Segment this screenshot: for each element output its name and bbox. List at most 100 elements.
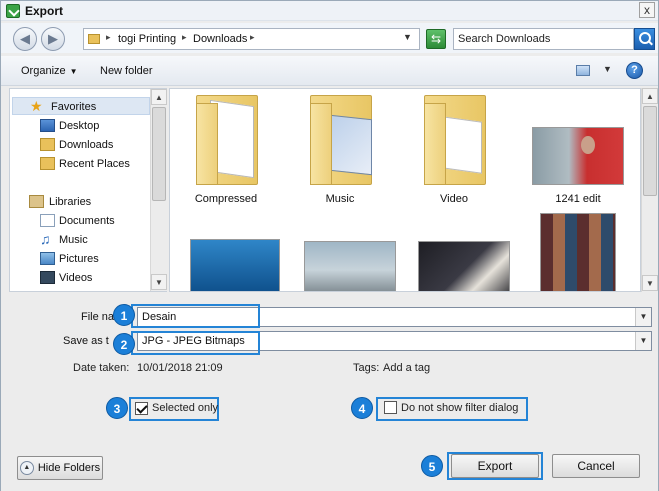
refresh-icon[interactable]: ⇆ <box>426 29 446 49</box>
chevron-down-icon[interactable]: ▼ <box>403 32 412 42</box>
step-badge-4: 4 <box>351 397 373 419</box>
documents-icon <box>40 214 55 227</box>
music-note-icon: ♫ <box>40 231 51 247</box>
step-badge-2: 2 <box>113 333 135 355</box>
folder-icon <box>196 95 258 185</box>
step-badge-5: 5 <box>421 455 443 477</box>
scroll-up-icon[interactable]: ▲ <box>642 88 658 104</box>
sidebar-item-label: Desktop <box>59 120 100 132</box>
help-icon[interactable]: ? <box>626 62 643 79</box>
sidebar-item-label: Downloads <box>59 139 114 151</box>
close-button[interactable]: x <box>639 2 655 18</box>
folder-icon <box>310 95 372 185</box>
chevron-down-icon: ▼ <box>69 67 78 76</box>
file-name: Compressed <box>194 193 258 205</box>
sidebar-item-label: Favorites <box>51 101 97 113</box>
step-badge-3: 3 <box>106 397 128 419</box>
image-thumbnail[interactable] <box>190 239 280 291</box>
sidebar-item-downloads[interactable]: Downloads <box>10 136 150 154</box>
no-filter-dialog-checkbox[interactable] <box>384 401 397 414</box>
toolbar: Organize ▼ New folder ▼ ? <box>1 56 658 86</box>
image-thumbnail[interactable] <box>304 241 396 291</box>
back-arrow-icon[interactable]: ◀ <box>13 27 37 51</box>
sidebar-item-libraries[interactable]: Libraries <box>10 193 150 211</box>
videos-icon <box>40 271 55 284</box>
scroll-down-icon[interactable]: ▼ <box>642 275 658 291</box>
highlight-export <box>447 452 543 480</box>
no-filter-dialog-label: Do not show filter dialog <box>401 402 519 414</box>
selected-only-checkbox[interactable] <box>135 402 148 415</box>
file-name: Video <box>440 193 468 205</box>
sidebar-item-recent-places[interactable]: Recent Places <box>10 155 150 173</box>
step-badge-1: 1 <box>113 304 135 326</box>
cancel-button[interactable]: Cancel <box>552 454 640 478</box>
breadcrumb[interactable]: ▸ togi Printing ▸ Downloads ▸ ▼ <box>83 28 420 50</box>
organize-button[interactable]: Organize ▼ <box>21 65 78 77</box>
chevron-down-icon[interactable]: ▼ <box>635 332 651 350</box>
search-icon[interactable] <box>634 28 655 50</box>
tags-input[interactable]: Add a tag <box>383 362 430 374</box>
navigation-pane: ★ Favorites Desktop Downloads Recent Pla… <box>9 88 167 292</box>
hide-folders-button[interactable]: ▲ Hide Folders <box>17 456 103 480</box>
chevron-right-icon[interactable]: ▸ <box>106 32 111 43</box>
breadcrumb-togi-printing[interactable]: togi Printing <box>118 33 176 45</box>
scroll-down-icon[interactable]: ▼ <box>151 274 167 290</box>
desktop-icon <box>40 119 55 132</box>
organize-label: Organize <box>21 65 66 77</box>
chevron-up-icon: ▲ <box>19 461 34 476</box>
file-item-compressed[interactable]: Compressed <box>176 89 276 209</box>
libraries-icon <box>29 195 44 208</box>
file-item-video[interactable]: Video <box>404 89 504 209</box>
sidebar-item-videos[interactable]: Videos <box>10 269 150 287</box>
save-options: File na Desain ▼ Save as t JPG - JPEG Bi… <box>1 295 658 491</box>
folder-icon <box>88 34 100 44</box>
sidebar-item-label: Recent Places <box>59 158 130 170</box>
search-field[interactable] <box>453 28 634 50</box>
star-icon: ★ <box>30 98 43 114</box>
pictures-icon <box>40 252 55 265</box>
view-options-icon[interactable] <box>576 65 590 76</box>
file-name-label: File na <box>81 311 115 323</box>
sidebar-item-pictures[interactable]: Pictures <box>10 250 150 268</box>
date-taken-value: 10/01/2018 21:09 <box>137 362 223 374</box>
sidebar-item-favorites[interactable]: ★ Favorites <box>12 97 150 115</box>
search-input[interactable] <box>454 29 633 49</box>
sidebar-item-label: Libraries <box>49 196 92 208</box>
sidebar-item-desktop[interactable]: Desktop <box>10 117 150 135</box>
sidebar-item-label: Music <box>59 234 88 246</box>
scroll-up-icon[interactable]: ▲ <box>151 89 167 105</box>
file-item-music[interactable]: Music <box>290 89 390 209</box>
tags-label: Tags: <box>353 362 380 374</box>
selected-only-label: Selected only <box>152 402 219 414</box>
title-bar: Export x <box>1 1 658 21</box>
recent-places-icon <box>40 157 55 170</box>
files-scrollbar[interactable]: ▲ ▼ <box>641 88 658 292</box>
chevron-right-icon[interactable]: ▸ <box>250 32 255 43</box>
sidebar-item-label: Videos <box>59 272 93 284</box>
image-thumbnail[interactable] <box>540 213 616 291</box>
chevron-down-icon[interactable]: ▼ <box>635 308 651 326</box>
image-thumbnail[interactable] <box>532 127 624 185</box>
file-name: Music <box>325 193 355 205</box>
chevron-right-icon[interactable]: ▸ <box>182 32 187 43</box>
scroll-thumb[interactable] <box>152 107 166 201</box>
forward-arrow-icon[interactable]: ▶ <box>41 27 65 51</box>
sidebar-item-documents[interactable]: Documents <box>10 212 150 230</box>
save-as-type-label: Save as t <box>63 335 109 347</box>
scroll-thumb[interactable] <box>643 106 657 196</box>
folder-icon <box>424 95 486 185</box>
address-row: ◀ ▶ ▸ togi Printing ▸ Downloads ▸ ▼ ⇆ <box>1 23 658 53</box>
highlight-save-as-type <box>131 331 260 355</box>
app-icon <box>6 4 20 18</box>
new-folder-button[interactable]: New folder <box>100 65 153 77</box>
sidebar-item-label: Documents <box>59 215 115 227</box>
nav-scrollbar[interactable]: ▲ ▼ <box>150 89 167 291</box>
highlight-file-name <box>131 304 260 328</box>
date-taken-label: Date taken: <box>73 362 130 374</box>
file-list: Compressed Music Video 1241 edit <box>169 88 641 292</box>
breadcrumb-downloads[interactable]: Downloads <box>193 33 247 45</box>
sidebar-item-music[interactable]: ♫ Music <box>10 231 150 249</box>
export-dialog: Export x ◀ ▶ ▸ togi Printing ▸ Downloads… <box>0 0 659 491</box>
chevron-down-icon[interactable]: ▼ <box>603 64 612 74</box>
image-thumbnail[interactable] <box>418 241 510 291</box>
